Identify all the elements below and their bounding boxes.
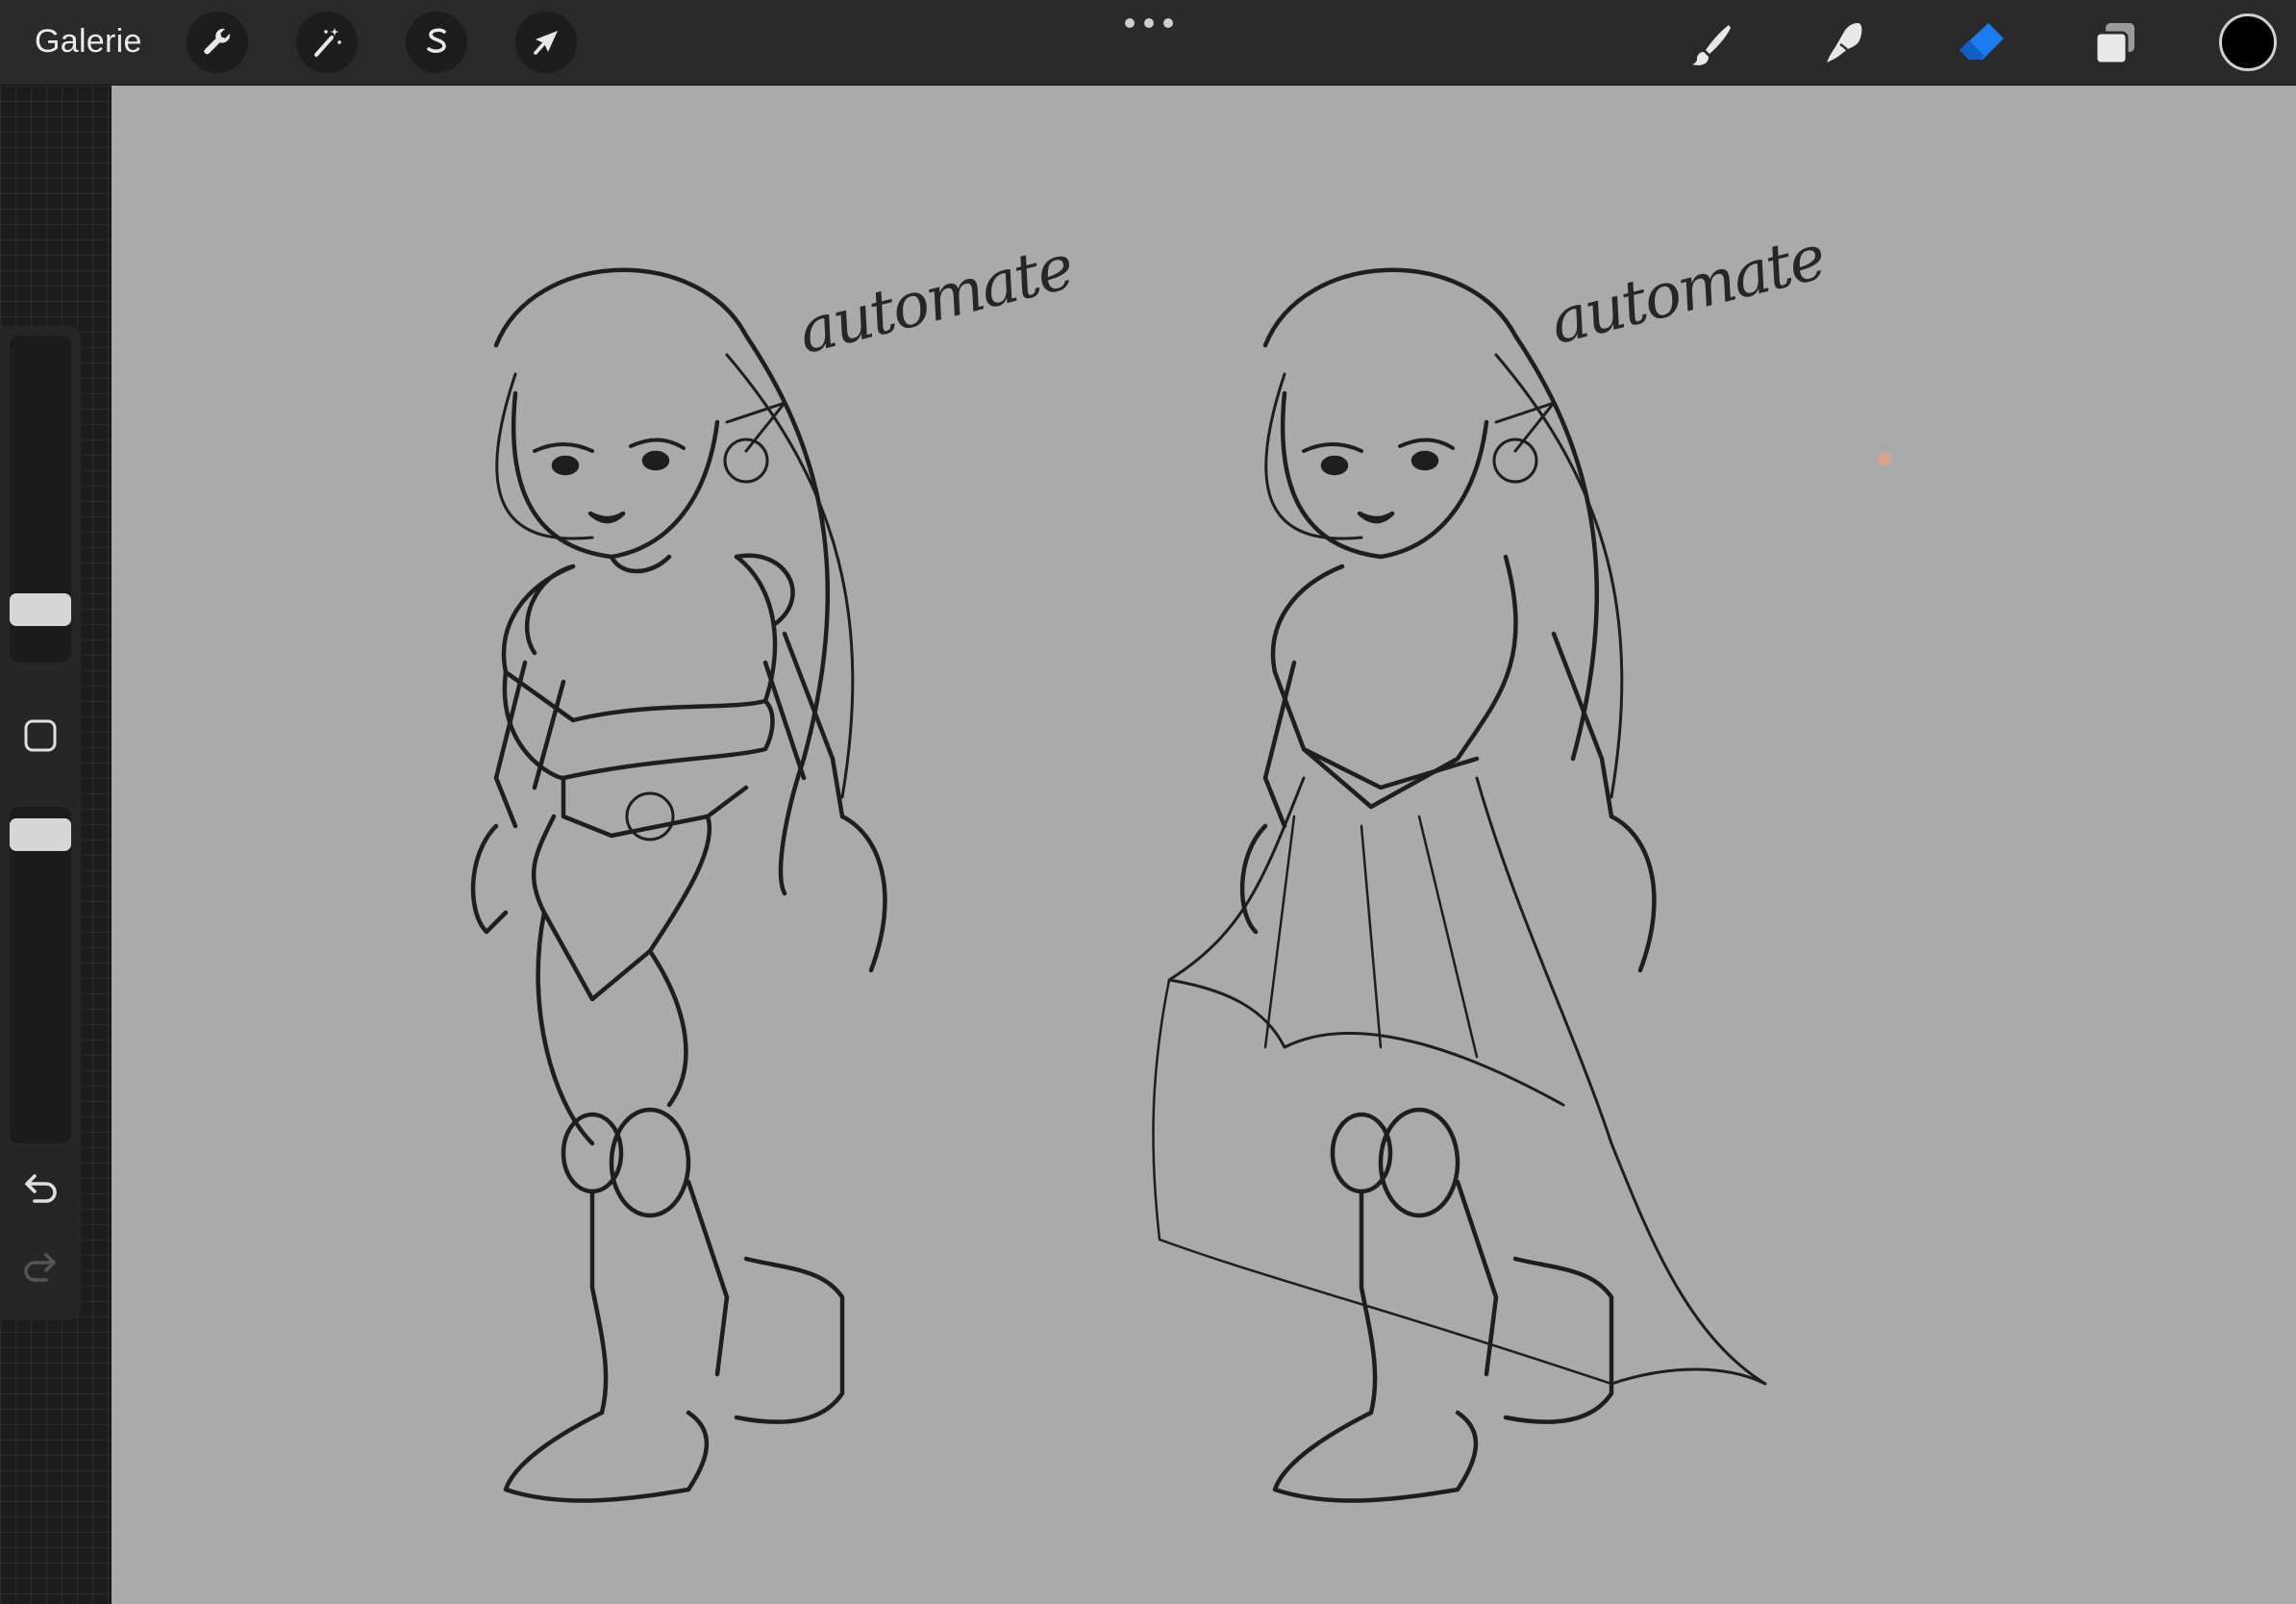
brush-size-thumb[interactable] xyxy=(10,593,71,626)
more-options-button[interactable] xyxy=(1125,15,1173,31)
layers-button[interactable] xyxy=(2086,15,2144,73)
wrench-icon xyxy=(204,28,231,55)
canvas-margin-grid xyxy=(0,86,112,1604)
undo-icon xyxy=(25,1174,57,1203)
redo-button[interactable] xyxy=(17,1245,63,1291)
opacity-thumb[interactable] xyxy=(10,818,71,851)
brush-icon xyxy=(1692,25,1731,65)
smudge-finger-icon xyxy=(1827,23,1862,63)
actions-button[interactable] xyxy=(187,12,248,73)
color-smudge-dot xyxy=(1878,452,1891,465)
selection-button[interactable] xyxy=(406,12,467,73)
square-icon xyxy=(24,719,57,752)
adjustments-button[interactable] xyxy=(296,12,358,73)
left-robot-figure-sketch xyxy=(470,267,887,1503)
transform-button[interactable] xyxy=(515,12,577,73)
left-sidebar xyxy=(0,326,81,1320)
gallery-button[interactable]: Galerie xyxy=(35,17,142,65)
smudge-tool-button[interactable] xyxy=(1817,15,1875,73)
magic-wand-icon xyxy=(314,28,341,57)
right-robot-figure-sketch xyxy=(1152,267,1767,1503)
dot-icon xyxy=(1144,18,1154,28)
top-toolbar: Galerie xyxy=(0,0,2296,86)
eraser-tool-button[interactable] xyxy=(1952,15,2009,73)
layers-icon xyxy=(2094,23,2134,65)
selection-s-icon xyxy=(427,28,446,53)
eraser-icon xyxy=(1959,23,2004,60)
undo-button[interactable] xyxy=(17,1166,63,1213)
dot-icon xyxy=(1125,18,1135,28)
brush-tool-button[interactable] xyxy=(1683,15,1740,73)
opacity-slider[interactable] xyxy=(10,807,71,1143)
drawing-canvas[interactable]: automate automate xyxy=(112,86,2296,1604)
dot-icon xyxy=(1163,18,1173,28)
modify-button[interactable] xyxy=(21,716,60,755)
redo-icon xyxy=(24,1253,56,1282)
sketch-artwork xyxy=(470,267,1891,1503)
color-picker-button[interactable] xyxy=(2219,13,2277,71)
arrow-cursor-icon xyxy=(534,31,558,55)
